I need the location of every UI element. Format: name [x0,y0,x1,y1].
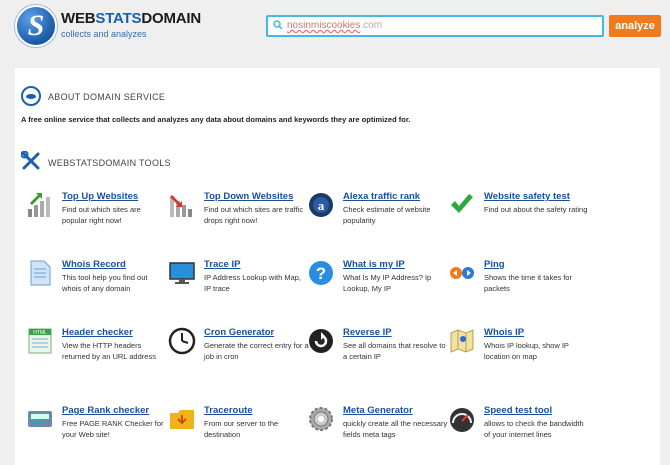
html-icon[interactable]: HTML [26,327,54,355]
gear-icon[interactable] [307,405,335,433]
svg-text:HTML: HTML [33,330,47,336]
tool-link[interactable]: Header checker [62,327,133,338]
tool-item[interactable]: HTML Header checker View the HTTP headers … [26,327,166,387]
checkmark-icon[interactable] [448,191,476,219]
tool-item[interactable]: ? What is my IP What Is My IP Address? Ip … [307,259,447,319]
tools-section-title: WEBSTATSDOMAIN TOOLS [48,158,171,168]
reverse-icon[interactable] [307,327,335,355]
about-text: A free online service that collects and … [21,115,411,124]
tool-item[interactable]: Top Down Websites Find out which sites ar… [168,191,308,251]
tool-description: Shows the time it takes for packets [484,273,572,293]
tool-item[interactable]: Speed test tool allows to check the bandw… [448,405,588,465]
logo-title-stats: STATS [95,10,142,27]
question-icon[interactable]: ? [307,259,335,287]
tool-link[interactable]: Cron Generator [204,327,274,338]
analyze-button[interactable]: analyze [609,15,661,37]
tool-description: Check estimate of website popularity [343,205,431,225]
tool-description: Find out which sites are traffic drops r… [204,205,304,225]
tool-description: Find out about the safety rating [484,205,588,214]
alexa-icon[interactable]: a [307,191,335,219]
tool-description: What Is My IP Address? Ip Lookup, My IP [343,273,432,293]
tool-description: Find out which sites are popular right n… [62,205,141,225]
header: S WEBSTATSDOMAIN collects and analyzes n… [0,0,670,58]
search-value-domain: nosinmiscookies [287,20,361,31]
tool-item[interactable]: Whois Record This tool help you find out … [26,259,166,319]
tool-link[interactable]: Trace IP [204,259,240,270]
tool-item[interactable]: Website safety test Find out about the sa… [448,191,588,251]
tool-link[interactable]: Whois Record [62,259,126,270]
tool-link[interactable]: Meta Generator [343,405,413,416]
tool-link[interactable]: Whois IP [484,327,524,338]
folder-icon[interactable] [168,405,196,433]
tool-link[interactable]: Ping [484,259,505,270]
search-box[interactable]: nosinmiscookies.com [266,15,604,37]
svg-text:a: a [318,198,325,213]
tool-description: From our server to the destination [204,419,279,439]
monitor-icon[interactable] [168,259,196,287]
logo-subtitle: collects and analyzes [61,29,147,39]
svg-text:?: ? [316,264,326,283]
tool-link[interactable]: Reverse IP [343,327,392,338]
globe-icon [21,86,41,106]
about-section-title: ABOUT DOMAIN SERVICE [48,92,166,102]
chart-up-icon[interactable] [26,191,54,219]
logo-title-domain: DOMAIN [141,10,201,27]
tool-item[interactable]: Whois IP Whois IP lookup, show IP locatio… [448,327,588,387]
tool-description: This tool help you find out whois of any… [62,273,148,293]
tool-link[interactable]: Website safety test [484,191,570,202]
logo-icon[interactable]: S [15,5,57,47]
tool-item[interactable]: Trace IP IP Address Lookup with Map, IP t… [168,259,308,319]
tools-icon [21,151,40,170]
tool-link[interactable]: Alexa traffic rank [343,191,420,202]
tool-link[interactable]: Traceroute [204,405,253,416]
pagerank-icon[interactable] [26,405,54,433]
tool-description: See all domains that resolve to a certai… [343,341,446,361]
tool-item[interactable]: Meta Generator quickly create all the nec… [307,405,447,465]
tool-link[interactable]: What is my IP [343,259,405,270]
tool-description: quickly create all the necessary fields … [343,419,448,439]
logo-title[interactable]: WEBSTATSDOMAIN [61,10,201,27]
tool-description: Generate the correct entry for a job in … [204,341,309,361]
clock-icon[interactable] [168,327,196,355]
tool-item[interactable]: Reverse IP See all domains that resolve t… [307,327,447,387]
tool-link[interactable]: Top Down Websites [204,191,293,202]
search-icon [273,20,283,30]
document-icon[interactable] [26,259,54,287]
tool-description: Whois IP lookup, show IP location on map [484,341,569,361]
map-icon[interactable] [448,327,476,355]
speedometer-icon[interactable] [448,405,476,433]
search-input[interactable]: nosinmiscookies.com [287,20,382,31]
arrows-icon[interactable] [448,259,476,287]
tool-item[interactable]: Ping Shows the time it takes for packets [448,259,588,319]
search-value-tld: .com [360,20,383,31]
tool-description: allows to check the bandwidth of your in… [484,419,584,439]
chart-down-icon[interactable] [168,191,196,219]
tool-item[interactable]: Traceroute From our server to the destina… [168,405,308,465]
tool-item[interactable]: Top Up Websites Find out which sites are … [26,191,166,251]
tool-description: IP Address Lookup with Map, IP trace [204,273,302,293]
tool-description: View the HTTP headers returned by an URL… [62,341,156,361]
tool-item[interactable]: Page Rank checker Free PAGE RANK Checker … [26,405,166,465]
tool-item[interactable]: Cron Generator Generate the correct entry… [168,327,309,387]
tool-link[interactable]: Speed test tool [484,405,552,416]
tool-description: Free PAGE RANK Checker for your Web site… [62,419,164,439]
tool-link[interactable]: Top Up Websites [62,191,138,202]
logo-title-web: WEB [61,10,96,27]
tool-item[interactable]: a Alexa traffic rank Check estimate of web… [307,191,447,251]
tool-link[interactable]: Page Rank checker [62,405,149,416]
